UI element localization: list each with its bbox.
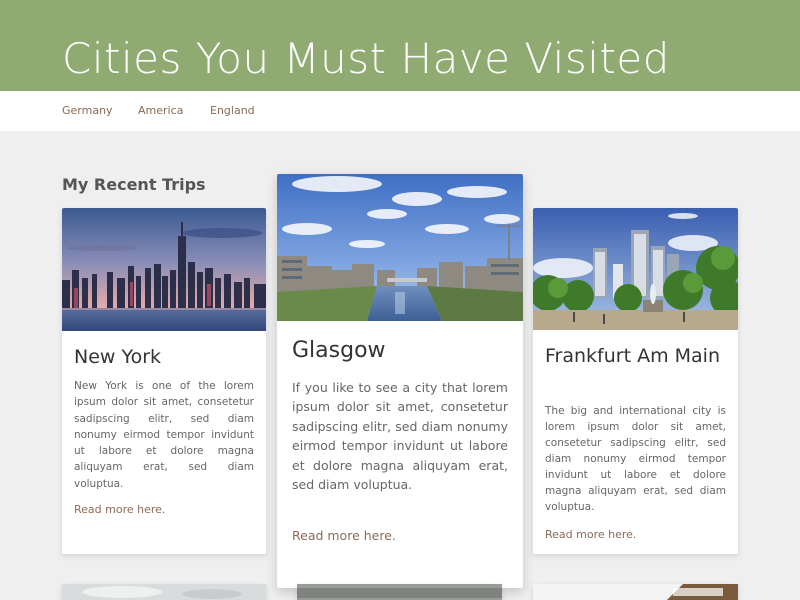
top-nav: Germany America England xyxy=(0,91,800,131)
card-title: Frankfurt Am Main xyxy=(545,345,720,367)
read-more-link[interactable]: Read more here. xyxy=(74,503,165,517)
read-more-link[interactable]: Read more here. xyxy=(292,528,396,544)
card-title: New York xyxy=(74,346,162,368)
trip-card-partial xyxy=(297,584,502,600)
page-title: Cities You Must Have Visited xyxy=(62,34,670,83)
card-description: New York is one of the lorem ipsum dolor… xyxy=(74,380,254,490)
trip-card-partial xyxy=(62,584,266,600)
trip-card-frankfurt: Frankfurt Am Main The big and internatio… xyxy=(533,208,738,554)
card-photo xyxy=(533,584,738,600)
trip-card-glasgow: Glasgow If you like to see a city that l… xyxy=(277,174,523,588)
nav-item-england[interactable]: England xyxy=(210,103,255,119)
nav-item-america[interactable]: America xyxy=(138,103,183,119)
section-title: My Recent Trips xyxy=(62,175,206,194)
trip-card-partial xyxy=(533,584,738,600)
trip-card-new-york: New York New York is one of the lorem ip… xyxy=(62,208,266,554)
read-more-link[interactable]: Read more here. xyxy=(545,528,636,542)
card-description: The big and international city is lorem … xyxy=(545,405,726,513)
card-photo xyxy=(297,584,502,600)
card-photo xyxy=(62,584,266,600)
glasgow-river-photo xyxy=(277,174,523,321)
card-description: If you like to see a city that lorem ips… xyxy=(292,380,508,493)
nav-item-germany[interactable]: Germany xyxy=(62,103,113,119)
new-york-skyline-photo xyxy=(62,208,266,331)
frankfurt-park-photo xyxy=(533,208,738,330)
card-title: Glasgow xyxy=(292,338,386,363)
page-header: Cities You Must Have Visited xyxy=(0,0,800,91)
